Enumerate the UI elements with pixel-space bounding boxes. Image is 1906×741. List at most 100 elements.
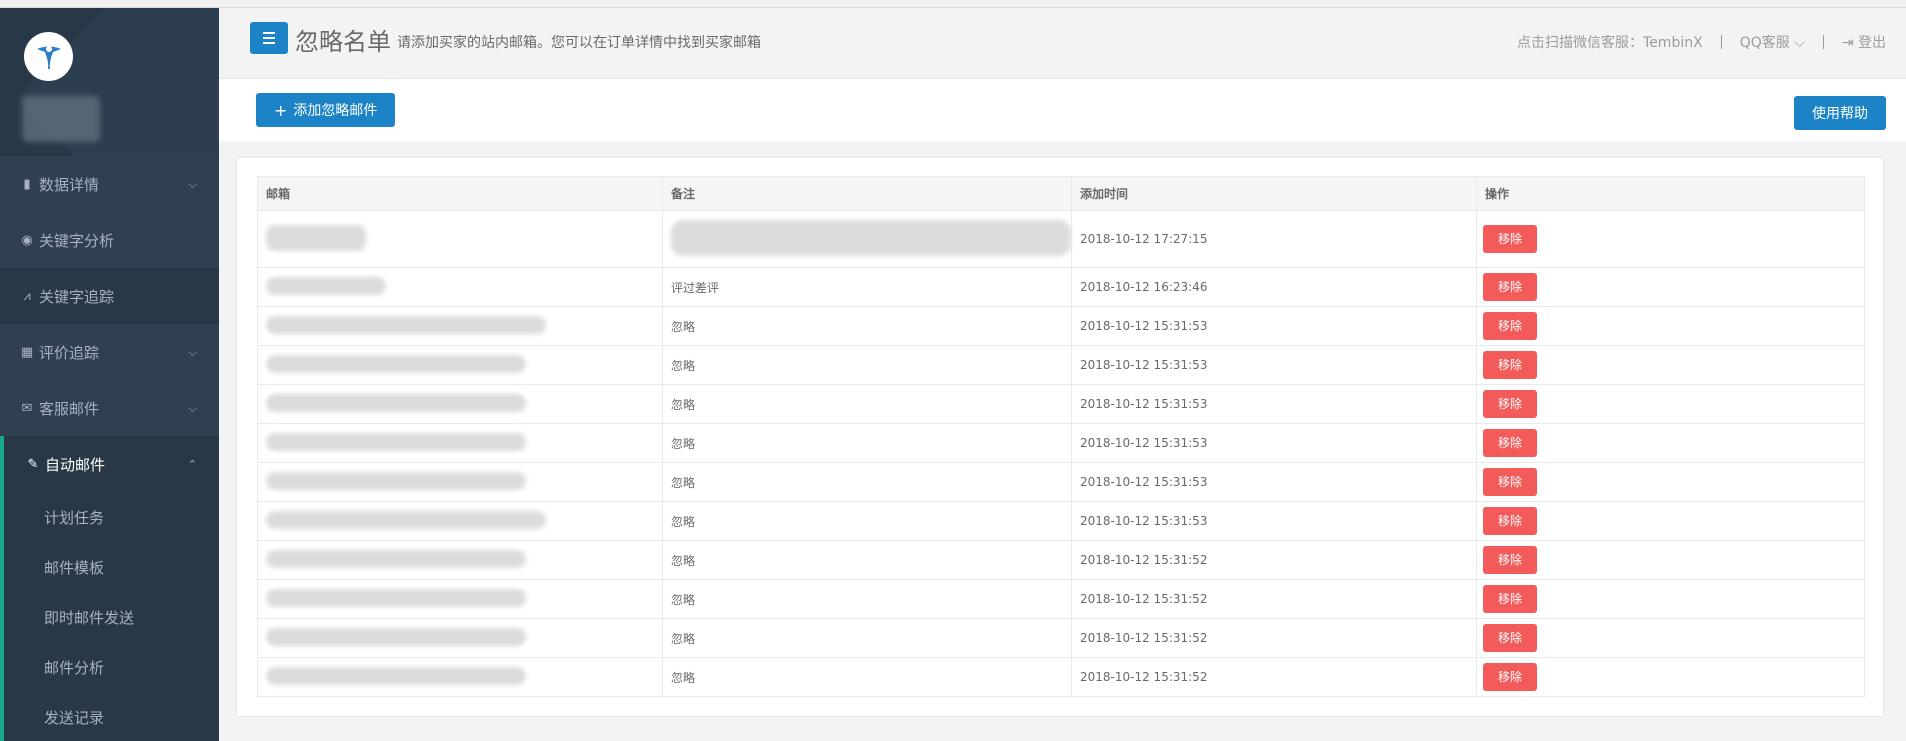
help-button[interactable]: 使用帮助	[1794, 96, 1886, 130]
table-row: 忽略 2018-10-12 15:31:53 移除	[257, 384, 1865, 424]
time-cell: 2018-10-12 15:31:53	[1071, 462, 1477, 502]
remove-button[interactable]: 移除	[1483, 273, 1538, 301]
time-cell: 2018-10-12 15:31:53	[1071, 345, 1477, 385]
action-cell: 移除	[1476, 540, 1865, 580]
nav-service-mail[interactable]: ✉ 客服邮件 ⌵	[0, 380, 219, 436]
time-cell: 2018-10-12 15:31:52	[1071, 618, 1477, 658]
action-cell: 移除	[1476, 618, 1865, 658]
email-cell	[257, 423, 663, 463]
time-cell: 2018-10-12 15:31:53	[1071, 306, 1477, 346]
edit-icon: ✎	[27, 456, 39, 472]
email-cell	[257, 267, 663, 307]
note-cell: 忽略	[662, 423, 1072, 463]
remove-button[interactable]: 移除	[1483, 585, 1538, 613]
page-header: 忽略名单 请添加买家的站内邮箱。您可以在订单详情中找到买家邮箱 点击扫描微信客服…	[219, 8, 1906, 79]
email-cell	[257, 306, 663, 346]
time-cell: 2018-10-12 15:31:52	[1071, 579, 1477, 619]
note-cell: 忽略	[662, 306, 1072, 346]
email-cell	[257, 540, 663, 580]
sidebar-profile	[0, 8, 219, 156]
time-cell: 2018-10-12 17:27:15	[1071, 210, 1477, 268]
chevron-down-icon: ⌵	[188, 178, 197, 191]
time-cell: 2018-10-12 16:23:46	[1071, 267, 1477, 307]
email-cell	[257, 384, 663, 424]
table-row: 忽略 2018-10-12 15:31:53 移除	[257, 501, 1865, 541]
time-cell: 2018-10-12 15:31:53	[1071, 384, 1477, 424]
remove-button[interactable]: 移除	[1483, 225, 1538, 253]
sidebar: ▮ 数据详情 ⌵ ◉ 关键字分析 ⩘ 关键字追踪 ▦ 评价追踪 ⌵ ✉ 客服邮件…	[0, 8, 219, 741]
qq-service-dropdown[interactable]: QQ客服 ⌵	[1740, 32, 1805, 52]
toolbar: + 添加忽略邮件 使用帮助	[219, 79, 1906, 141]
app-logo[interactable]	[24, 32, 73, 81]
page-subtitle: 请添加买家的站内邮箱。您可以在订单详情中找到买家邮箱	[397, 35, 761, 51]
add-ignore-email-button[interactable]: + 添加忽略邮件	[256, 93, 396, 127]
nav-keyword-tracking[interactable]: ⩘ 关键字追踪	[0, 268, 219, 324]
time-cell: 2018-10-12 15:31:52	[1071, 657, 1477, 697]
action-cell: 移除	[1476, 306, 1865, 346]
action-cell: 移除	[1476, 267, 1865, 307]
action-cell: 移除	[1476, 579, 1865, 619]
time-cell: 2018-10-12 15:31:53	[1071, 423, 1477, 463]
note-cell: 评过差评	[662, 267, 1072, 307]
column-header-email: 邮箱	[257, 176, 663, 211]
nav-review-tracking[interactable]: ▦ 评价追踪 ⌵	[0, 324, 219, 380]
table-icon: ▦	[20, 344, 34, 360]
window-top-strip	[0, 0, 1906, 8]
envelope-icon: ✉	[21, 400, 33, 416]
note-cell: 忽略	[662, 618, 1072, 658]
action-cell: 移除	[1476, 462, 1865, 502]
menu-toggle-button[interactable]	[250, 22, 288, 54]
remove-button[interactable]: 移除	[1483, 351, 1538, 379]
page-title: 忽略名单	[295, 28, 391, 56]
wechat-service-link[interactable]: 点击扫描微信客服：TembinX	[1517, 32, 1703, 52]
remove-button[interactable]: 移除	[1483, 624, 1538, 652]
table-row: 忽略 2018-10-12 15:31:52 移除	[257, 618, 1865, 658]
table-row: 忽略 2018-10-12 15:31:52 移除	[257, 540, 1865, 580]
table-row: 忽略 2018-10-12 15:31:53 移除	[257, 462, 1865, 502]
line-chart-icon: ⩘	[23, 288, 31, 304]
remove-button[interactable]: 移除	[1483, 312, 1538, 340]
action-cell: 移除	[1476, 501, 1865, 541]
remove-button[interactable]: 移除	[1483, 468, 1538, 496]
remove-button[interactable]: 移除	[1483, 429, 1538, 457]
ignore-list-table: 邮箱 备注 添加时间 操作 2018-10-12 17:27:15 移除 评过差…	[257, 176, 1865, 697]
sub-item-mail-analysis[interactable]: 邮件分析	[4, 642, 219, 692]
sub-item-mail-templates[interactable]: 邮件模板	[4, 542, 219, 592]
note-cell: 忽略	[662, 462, 1072, 502]
email-cell	[257, 210, 663, 268]
action-cell: 移除	[1476, 657, 1865, 697]
bullseye-icon: ◉	[21, 232, 33, 248]
sub-item-scheduled-tasks[interactable]: 计划任务	[4, 492, 219, 542]
action-cell: 移除	[1476, 345, 1865, 385]
column-header-time: 添加时间	[1071, 176, 1477, 211]
column-header-action: 操作	[1476, 176, 1865, 211]
email-cell	[257, 345, 663, 385]
header-links: 点击扫描微信客服：TembinX QQ客服 ⌵ ⇥ 登出	[1517, 32, 1886, 52]
auto-mail-submenu: 计划任务 邮件模板 即时邮件发送 邮件分析 发送记录	[0, 492, 219, 741]
email-cell	[257, 618, 663, 658]
table-header-row: 邮箱 备注 添加时间 操作	[257, 176, 1865, 211]
table-row: 忽略 2018-10-12 15:31:52 移除	[257, 657, 1865, 697]
logout-link[interactable]: ⇥ 登出	[1842, 32, 1886, 52]
action-cell: 移除	[1476, 384, 1865, 424]
sub-item-instant-send[interactable]: 即时邮件发送	[4, 592, 219, 642]
table-row: 忽略 2018-10-12 15:31:53 移除	[257, 345, 1865, 385]
note-cell: 忽略	[662, 540, 1072, 580]
nav-auto-mail[interactable]: ✎ 自动邮件 ⌃	[0, 436, 219, 492]
sub-item-send-records[interactable]: 发送记录	[4, 692, 219, 741]
note-cell: 忽略	[662, 579, 1072, 619]
table-row: 忽略 2018-10-12 15:31:52 移除	[257, 579, 1865, 619]
action-cell: 移除	[1476, 210, 1865, 268]
nav-data-details[interactable]: ▮ 数据详情 ⌵	[0, 156, 219, 212]
email-cell	[257, 501, 663, 541]
remove-button[interactable]: 移除	[1483, 507, 1538, 535]
note-cell: 忽略	[662, 657, 1072, 697]
ignore-list-card: 邮箱 备注 添加时间 操作 2018-10-12 17:27:15 移除 评过差…	[236, 157, 1884, 717]
remove-button[interactable]: 移除	[1483, 390, 1538, 418]
chevron-up-icon: ⌃	[187, 458, 197, 471]
sign-out-icon: ⇥	[1841, 35, 1854, 51]
remove-button[interactable]: 移除	[1483, 546, 1538, 574]
remove-button[interactable]: 移除	[1483, 663, 1538, 691]
nav-keyword-analysis[interactable]: ◉ 关键字分析	[0, 212, 219, 268]
chevron-down-icon: ⌵	[1794, 35, 1805, 51]
